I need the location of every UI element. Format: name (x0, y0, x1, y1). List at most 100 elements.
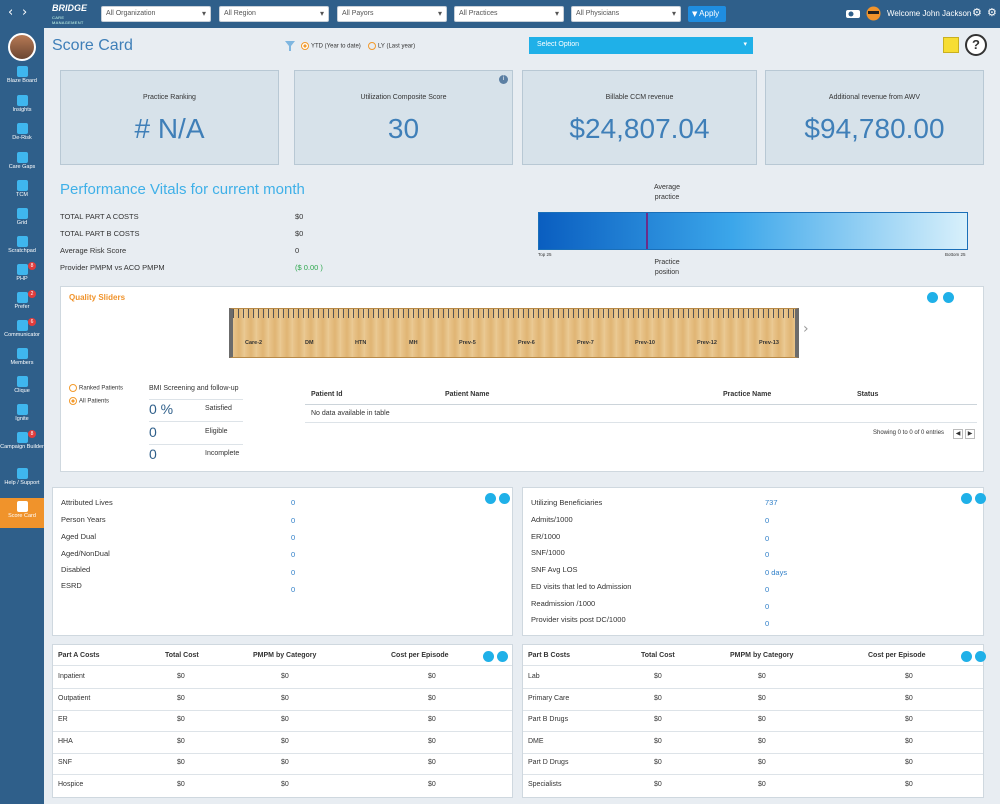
book-icon[interactable] (927, 292, 938, 303)
table-cell-pmpm[interactable]: $0 (758, 673, 766, 680)
table-cell-pmpm[interactable]: $0 (758, 781, 766, 788)
ruler-tick-label[interactable]: DM (305, 340, 314, 346)
table-header-patient-name[interactable]: Patient Name (445, 391, 489, 398)
avatar[interactable] (8, 33, 36, 61)
region-filter[interactable]: All Region ▾ (219, 6, 329, 22)
sidebar-item-campaign-builder[interactable]: 8 Campaign Builder (0, 430, 44, 464)
sidebar-item-scratchpad[interactable]: Scratchpad (0, 236, 44, 264)
book-icon[interactable] (485, 493, 496, 504)
table-cell-total[interactable]: $0 (654, 673, 662, 680)
table-cell-pmpm[interactable]: $0 (281, 695, 289, 702)
table-cell-total[interactable]: $0 (177, 759, 185, 766)
sidebar-item-members[interactable]: Members (0, 348, 44, 376)
table-cell-pmpm[interactable]: $0 (281, 781, 289, 788)
table-cell-episode[interactable]: $0 (905, 695, 913, 702)
refresh-icon[interactable] (975, 493, 986, 504)
sidebar-item-help-support[interactable]: Help / Support (0, 468, 44, 496)
table-cell-total[interactable]: $0 (177, 781, 185, 788)
table-header-practice-name[interactable]: Practice Name (723, 391, 771, 398)
table-header[interactable]: Total Cost (165, 652, 199, 659)
table-cell-pmpm[interactable]: $0 (758, 716, 766, 723)
sidebar-item-care-gaps[interactable]: Care Gaps (0, 152, 44, 180)
next-page-button[interactable]: ▶ (965, 429, 975, 439)
table-cell-episode[interactable]: $0 (905, 673, 913, 680)
table-cell-episode[interactable]: $0 (905, 781, 913, 788)
chevron-right-icon[interactable]: › (22, 5, 27, 20)
sidebar-item-communicator[interactable]: 6 Communicator (0, 318, 44, 348)
switch-icon[interactable] (846, 8, 860, 20)
sidebar-item-tcm[interactable]: TCM (0, 180, 44, 208)
table-cell-total[interactable]: $0 (177, 716, 185, 723)
table-cell-total[interactable]: $0 (654, 738, 662, 745)
sidebar-item-de-risk[interactable]: De-Risk (0, 123, 44, 151)
book-icon[interactable] (975, 651, 986, 662)
chevron-right-icon[interactable]: › (803, 321, 809, 337)
apply-button[interactable]: ▼ Apply (688, 6, 726, 22)
sticky-note-icon[interactable] (943, 37, 959, 53)
radio-all-patients[interactable]: All Patients (69, 397, 109, 405)
table-cell-episode[interactable]: $0 (905, 738, 913, 745)
help-icon[interactable]: ? (965, 34, 987, 56)
gear-icon[interactable]: ⚙ (972, 6, 982, 19)
table-header-patient-id[interactable]: Patient Id (311, 391, 343, 398)
sidebar-item-insights[interactable]: Insights (0, 95, 44, 123)
table-cell-total[interactable]: $0 (177, 673, 185, 680)
radio-ranked-patients[interactable]: Ranked Patients (69, 384, 123, 392)
practices-filter[interactable]: All Practices ▾ (454, 6, 564, 22)
payors-filter[interactable]: All Payors ▾ (337, 6, 447, 22)
ruler-tick-label[interactable]: Prev-5 (459, 340, 476, 346)
table-header[interactable]: Cost per Episode (391, 652, 449, 659)
prev-page-button[interactable]: ◀ (953, 429, 963, 439)
table-header[interactable]: PMPM by Category (730, 652, 793, 659)
organization-filter[interactable]: All Organization ▾ (101, 6, 211, 22)
refresh-icon[interactable] (483, 651, 494, 662)
quality-ruler[interactable]: Care-2 DM HTN MH Prev-5 Prev-6 Prev-7 Pr… (229, 308, 799, 358)
table-header[interactable]: Part B Costs (528, 652, 570, 659)
table-header[interactable]: Total Cost (641, 652, 675, 659)
table-cell-episode[interactable]: $0 (428, 738, 436, 745)
sidebar-item-score-card[interactable]: Score Card (0, 498, 44, 528)
table-cell-episode[interactable]: $0 (905, 716, 913, 723)
table-cell-total[interactable]: $0 (654, 759, 662, 766)
table-cell-episode[interactable]: $0 (428, 673, 436, 680)
select-option-dropdown[interactable]: Select Option ▾ (529, 37, 753, 54)
table-cell-episode[interactable]: $0 (428, 781, 436, 788)
ruler-tick-label[interactable]: Prev-13 (759, 340, 779, 346)
sidebar-item-ignite[interactable]: Ignite (0, 404, 44, 432)
table-header[interactable]: Part A Costs (58, 652, 100, 659)
table-cell-episode[interactable]: $0 (428, 695, 436, 702)
avatar-icon[interactable] (866, 6, 881, 21)
table-cell-total[interactable]: $0 (654, 716, 662, 723)
ruler-tick-label[interactable]: Prev-6 (518, 340, 535, 346)
gear-icon[interactable]: ⚙ (987, 6, 997, 19)
sidebar-item-php[interactable]: 8 PHP (0, 262, 44, 292)
ruler-tick-label[interactable]: MH (409, 340, 418, 346)
table-header[interactable]: PMPM by Category (253, 652, 316, 659)
table-cell-pmpm[interactable]: $0 (281, 716, 289, 723)
table-cell-total[interactable]: $0 (654, 695, 662, 702)
sidebar-item-prefer[interactable]: 2 Prefer (0, 290, 44, 320)
table-cell-pmpm[interactable]: $0 (281, 738, 289, 745)
ruler-tick-label[interactable]: HTN (355, 340, 366, 346)
ruler-tick-label[interactable]: Prev-10 (635, 340, 655, 346)
refresh-icon[interactable] (961, 651, 972, 662)
table-header[interactable]: Cost per Episode (868, 652, 926, 659)
physicians-filter[interactable]: All Physicians ▾ (571, 6, 681, 22)
table-cell-total[interactable]: $0 (654, 781, 662, 788)
sidebar-item-grid[interactable]: Grid (0, 208, 44, 236)
table-cell-pmpm[interactable]: $0 (758, 759, 766, 766)
book-icon[interactable] (497, 651, 508, 662)
table-cell-pmpm[interactable]: $0 (281, 673, 289, 680)
refresh-icon[interactable] (499, 493, 510, 504)
table-cell-pmpm[interactable]: $0 (281, 759, 289, 766)
sidebar-item-clique[interactable]: Clique (0, 376, 44, 404)
table-cell-total[interactable]: $0 (177, 738, 185, 745)
sidebar-item-blaze-board[interactable]: Blaze Board (0, 66, 44, 94)
chevron-left-icon[interactable]: ‹ (8, 5, 13, 20)
table-cell-episode[interactable]: $0 (428, 716, 436, 723)
ruler-tick-label[interactable]: Prev-12 (697, 340, 717, 346)
table-cell-pmpm[interactable]: $0 (758, 738, 766, 745)
table-cell-pmpm[interactable]: $0 (758, 695, 766, 702)
ruler-tick-label[interactable]: Care-2 (245, 340, 262, 346)
ruler-tick-label[interactable]: Prev-7 (577, 340, 594, 346)
